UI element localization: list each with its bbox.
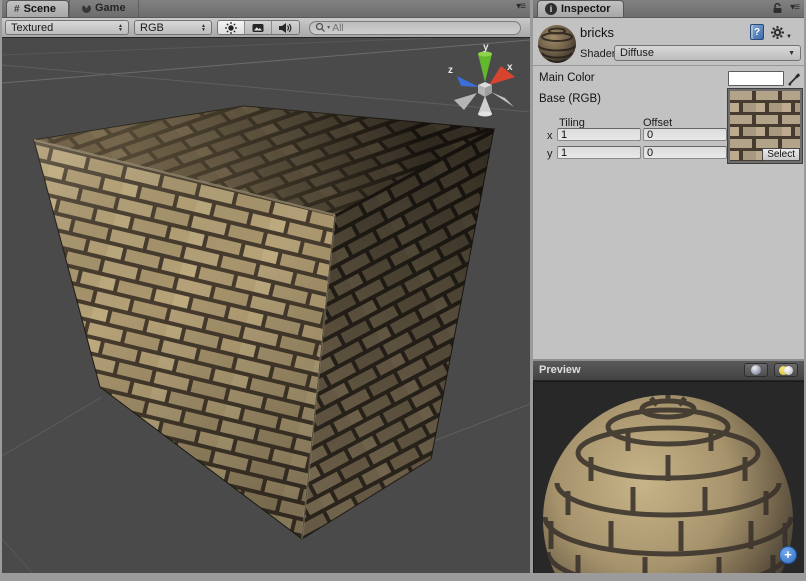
sphere-icon	[751, 365, 761, 375]
main-color-label: Main Color	[539, 72, 595, 84]
scene-toolbar: Textured ▲▼ RGB ▲▼	[2, 18, 530, 38]
axis-x-label: x	[547, 130, 553, 142]
lighting-toggle-button[interactable]	[218, 21, 245, 34]
render-mode-value: Textured	[11, 22, 53, 34]
material-header: bricks Shader Diffuse ▼ ? ▼	[533, 18, 804, 66]
tab-game-label: Game	[95, 2, 126, 14]
render-mode-dropdown[interactable]: Textured ▲▼	[5, 20, 129, 35]
inspector-tabstrip: i Inspector ▾≡	[533, 0, 804, 18]
updown-arrows-icon: ▲▼	[118, 24, 123, 32]
inspector-panel-menu-icon[interactable]: ▾≡	[790, 3, 799, 13]
gear-glyph	[770, 25, 785, 40]
tiling-y-input[interactable]	[557, 146, 641, 159]
image-icon	[251, 22, 265, 34]
gizmo-z-label: z	[448, 65, 453, 76]
base-texture-thumbnail[interactable]: Select	[728, 89, 802, 163]
lock-icon[interactable]	[772, 2, 783, 14]
preview-sphere	[533, 381, 802, 574]
material-properties: Main Color Base (RGB)	[533, 66, 804, 166]
color-mode-value: RGB	[140, 22, 164, 34]
tab-inspector[interactable]: i Inspector	[537, 0, 624, 17]
search-input[interactable]	[332, 22, 515, 34]
audio-toggle-button[interactable]	[272, 21, 299, 34]
scene-3d-view: y x z	[2, 38, 530, 573]
scene-panel: # Scene Game ▾≡ Textured ▲▼ RGB ▲▼	[2, 0, 530, 573]
scene-panel-menu-icon[interactable]: ▾≡	[516, 2, 525, 12]
shader-dropdown[interactable]: Diffuse ▼	[614, 45, 801, 61]
gizmo-y-label: y	[483, 42, 489, 53]
preview-title: Preview	[539, 364, 581, 376]
select-texture-button[interactable]: Select	[762, 148, 800, 161]
search-icon	[315, 22, 325, 33]
search-filter-arrow-icon[interactable]: ▾	[327, 24, 330, 31]
scene-search-field[interactable]: ▾	[309, 21, 521, 35]
effects-toggle-button[interactable]	[245, 21, 272, 34]
tab-inspector-label: Inspector	[561, 3, 611, 15]
gizmo-x-label: x	[507, 62, 513, 73]
tab-scene-label: Scene	[24, 3, 56, 15]
scene-tabstrip: # Scene Game ▾≡	[2, 0, 530, 18]
tab-game[interactable]: Game	[69, 0, 139, 17]
scene-viewport[interactable]: y x z	[2, 38, 530, 573]
updown-arrows-icon: ▲▼	[201, 24, 206, 32]
axis-y-label: y	[547, 148, 553, 160]
eyedropper-icon[interactable]	[787, 70, 802, 87]
preview-model-button[interactable]	[744, 363, 768, 377]
gear-dropdown-arrow-icon: ▼	[786, 34, 792, 40]
material-name: bricks	[580, 25, 614, 40]
game-icon	[82, 4, 91, 13]
lights-icon	[779, 366, 793, 375]
material-ball-preview	[537, 24, 577, 64]
main-color-swatch[interactable]	[728, 71, 784, 86]
shader-label: Shader	[580, 48, 615, 60]
dropdown-arrow-icon: ▼	[788, 50, 795, 57]
preview-lighting-button[interactable]	[774, 363, 798, 377]
shader-value: Diffuse	[620, 47, 654, 59]
color-mode-dropdown[interactable]: RGB ▲▼	[134, 20, 212, 35]
inspector-empty-area	[533, 166, 804, 360]
preview-header[interactable]: Preview	[533, 360, 804, 381]
info-icon: i	[545, 3, 557, 15]
speaker-icon	[278, 22, 293, 34]
offset-y-input[interactable]	[643, 146, 727, 159]
gear-icon[interactable]: ▼	[770, 25, 792, 40]
help-icon[interactable]: ?	[750, 24, 764, 40]
material-preview-area[interactable]: +	[533, 381, 804, 574]
tab-scene[interactable]: # Scene	[6, 0, 69, 17]
unity-editor-window: # Scene Game ▾≡ Textured ▲▼ RGB ▲▼	[0, 0, 806, 581]
base-texture-label: Base (RGB)	[539, 93, 601, 105]
inspector-panel: i Inspector ▾≡	[533, 0, 804, 573]
offset-x-input[interactable]	[643, 128, 727, 141]
scene-toggle-group	[217, 20, 300, 35]
scene-grid-icon: #	[14, 4, 20, 15]
plus-icon[interactable]: +	[779, 546, 797, 564]
tiling-x-input[interactable]	[557, 128, 641, 141]
sun-icon	[224, 21, 238, 35]
